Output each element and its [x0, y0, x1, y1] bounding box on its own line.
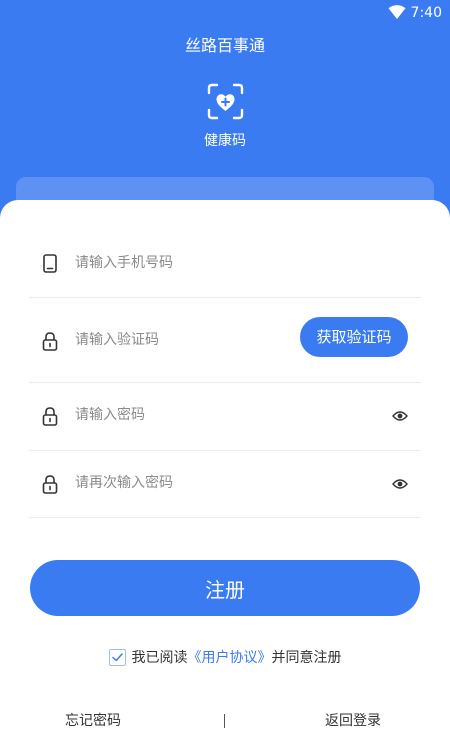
eye-icon[interactable]	[392, 410, 408, 422]
phone-field	[29, 228, 421, 298]
app-title: 丝路百事通	[184, 36, 265, 55]
health-code-label[interactable]: 健康码	[0, 132, 450, 150]
user-agreement-link[interactable]: 《用户协议》	[188, 650, 272, 666]
verification-code-input[interactable]	[75, 328, 275, 352]
check-icon	[111, 652, 123, 661]
forgot-password-link[interactable]: 忘记密码	[65, 711, 121, 731]
get-verification-code-button[interactable]: 获取验证码	[300, 317, 408, 357]
register-button[interactable]: 注册	[30, 560, 420, 616]
status-bar: 7:40	[0, 0, 450, 26]
password-field	[29, 383, 421, 451]
password-input[interactable]	[75, 403, 355, 427]
health-code-icon[interactable]	[207, 83, 244, 120]
phone-icon	[43, 254, 57, 273]
footer-divider	[224, 714, 225, 728]
lock-icon	[42, 475, 58, 494]
confirm-password-input[interactable]	[75, 471, 355, 495]
verification-code-field: 获取验证码	[29, 298, 421, 383]
agreement-row: 我已阅读《用户协议》并同意注册	[0, 648, 450, 668]
phone-input[interactable]	[75, 251, 395, 275]
lock-icon	[42, 332, 58, 351]
wifi-icon	[388, 5, 406, 19]
eye-icon[interactable]	[392, 478, 408, 490]
status-time: 7:40	[410, 5, 442, 21]
lock-icon	[42, 407, 58, 426]
back-to-login-link[interactable]: 返回登录	[325, 711, 381, 731]
register-screen: 7:40 丝路百事通 健康码 请输入手机号码 请输入验证码 获取验证码 注册 我…	[0, 0, 450, 750]
confirm-password-field	[29, 451, 421, 518]
agreement-prefix: 我已阅读	[131, 650, 188, 666]
agreement-checkbox[interactable]	[108, 648, 126, 666]
agreement-suffix: 并同意注册	[271, 650, 342, 666]
